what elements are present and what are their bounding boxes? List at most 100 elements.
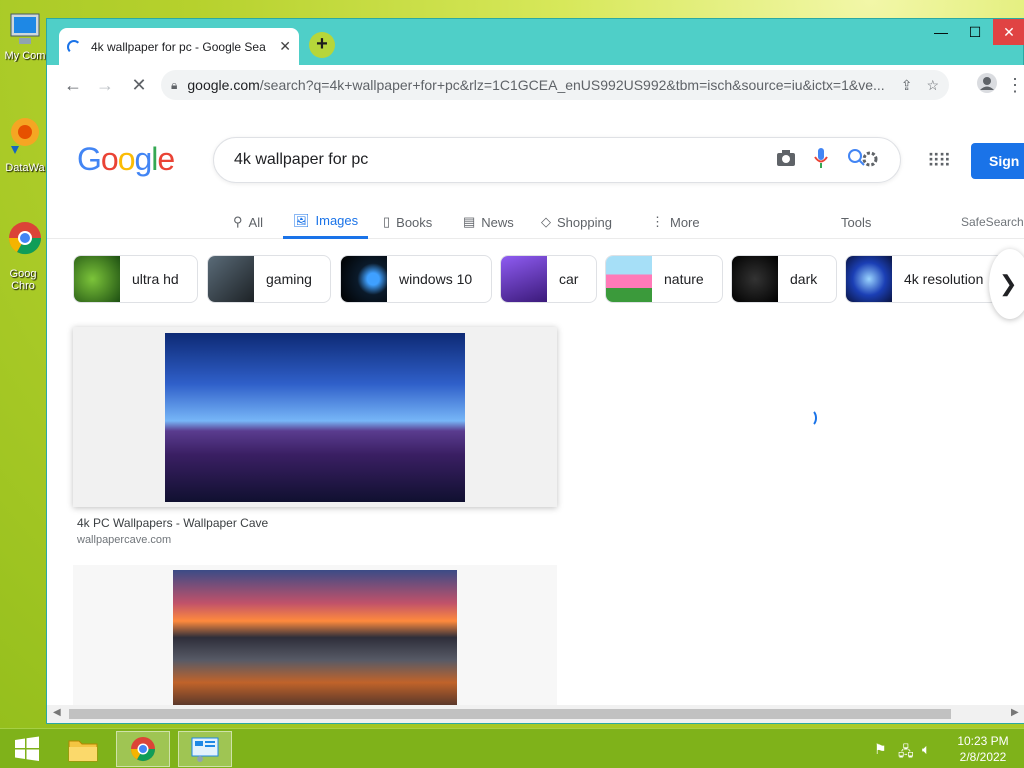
search-input[interactable]: 4k wallpaper for pc: [234, 151, 758, 169]
search-box[interactable]: 4k wallpaper for pc: [213, 137, 901, 183]
bookmark-star-icon[interactable]: ☆: [926, 77, 939, 94]
profile-avatar-icon[interactable]: [975, 73, 999, 97]
tab-label: Shopping: [557, 214, 612, 230]
image-icon: 🖼︎: [293, 212, 310, 228]
logo-letter: g: [134, 141, 152, 177]
chip-thumbnail: [732, 256, 778, 302]
scrollbar-thumb[interactable]: [69, 709, 951, 719]
tab-label: News: [481, 214, 514, 230]
browser-tab[interactable]: 4k wallpaper for pc - Google Sea ✕: [59, 28, 299, 65]
chip-car[interactable]: car: [500, 255, 597, 303]
stop-loading-icon[interactable]: ✕: [127, 73, 151, 97]
tab-strip: 4k wallpaper for pc - Google Sea ✕ + — ☐…: [47, 19, 1024, 65]
tab-more[interactable]: ⋮ More: [651, 205, 700, 239]
browser-window: 4k wallpaper for pc - Google Sea ✕ + — ☐…: [46, 18, 1024, 724]
close-window-button[interactable]: ✕: [993, 19, 1024, 45]
news-icon: ▤: [463, 214, 476, 229]
chip-thumbnail: [606, 256, 652, 302]
taskbar-control-panel[interactable]: [178, 731, 232, 767]
image-result-card[interactable]: [73, 565, 557, 705]
chip-thumbnail: [846, 256, 892, 302]
maximize-button[interactable]: ☐: [959, 19, 991, 45]
chip-label: windows 10: [399, 271, 473, 287]
chip-nature[interactable]: nature: [605, 255, 723, 303]
desktop-icon-my-computer[interactable]: My Com: [0, 10, 50, 62]
safesearch-button[interactable]: SafeSearch: [961, 205, 1024, 239]
tab-shopping[interactable]: ◇ Shopping: [541, 205, 612, 239]
scroll-left-icon[interactable]: ◀: [53, 707, 61, 718]
desktop-icon-label: Goog Chro: [9, 268, 37, 292]
browser-menu-icon[interactable]: ⋮: [1003, 73, 1024, 97]
network-icon[interactable]: 🖧︎: [898, 741, 914, 765]
image-result-card[interactable]: [73, 327, 557, 507]
browser-toolbar: ← → ✕ 🔒︎ google.com/search?q=4k+wallpape…: [47, 65, 1024, 105]
desktop-icon-datawa[interactable]: DataWa: [0, 112, 50, 174]
tab-books[interactable]: ▯ Books: [383, 205, 432, 239]
control-panel-icon: [191, 737, 219, 762]
forward-arrow-icon[interactable]: →: [93, 73, 117, 97]
taskbar-file-explorer[interactable]: [56, 731, 110, 767]
result-thumbnail-lake-sunset[interactable]: [173, 570, 457, 705]
chip-thumbnail: [208, 256, 254, 302]
result-source[interactable]: wallpapercave.com: [77, 534, 171, 546]
tab-images[interactable]: 🖼︎ Images: [283, 205, 369, 239]
url-text: google.com/search?q=4k+wallpaper+for+pc&…: [187, 77, 885, 93]
chrome-icon: [8, 222, 42, 255]
minimize-button[interactable]: —: [925, 19, 957, 45]
tab-news[interactable]: ▤ News: [463, 205, 514, 239]
google-logo[interactable]: Google: [77, 141, 175, 178]
chrome-icon: [131, 737, 155, 762]
desktop-icon-google-chrome[interactable]: Goog Chro: [0, 216, 50, 294]
system-clock[interactable]: 10:23 PM 2/8/2022: [948, 733, 1018, 765]
horizontal-scrollbar[interactable]: ◀ ▶: [47, 705, 1024, 723]
related-search-chips: ultra hd gaming windows 10 car nature da…: [73, 255, 1024, 303]
chip-label: dark: [790, 271, 818, 287]
loading-spinner-icon: [803, 409, 817, 427]
tab-label: All: [248, 214, 263, 230]
start-button[interactable]: [0, 731, 54, 767]
scroll-right-icon[interactable]: ▶: [1011, 707, 1019, 718]
back-arrow-icon[interactable]: ←: [61, 73, 85, 97]
more-icon: ⋮: [651, 214, 664, 229]
chip-ultra-hd[interactable]: ultra hd: [73, 255, 198, 303]
chip-thumbnail: [74, 256, 120, 302]
volume-muted-icon[interactable]: 🔈︎: [922, 741, 930, 758]
chip-label: ultra hd: [132, 271, 179, 287]
result-title[interactable]: 4k PC Wallpapers - Wallpaper Cave: [77, 516, 268, 530]
address-bar[interactable]: 🔒︎ google.com/search?q=4k+wallpaper+for+…: [161, 70, 949, 100]
action-center-flag-icon[interactable]: ⚑: [874, 741, 887, 758]
chip-gaming[interactable]: gaming: [207, 255, 331, 303]
desktop-icon-label: DataWa: [5, 162, 45, 174]
search-type-tabs: ⚲ All 🖼︎ Images ▯ Books ▤ News ◇ Shopping ⋮ Mo…: [47, 205, 1024, 239]
camera-search-icon[interactable]: [776, 149, 796, 172]
tab-label: More: [670, 214, 700, 230]
result-thumbnail-mountains[interactable]: [165, 333, 465, 502]
sign-in-button[interactable]: Sign i: [971, 143, 1024, 179]
clock-time: 10:23 PM: [957, 734, 1009, 748]
chip-dark[interactable]: dark: [731, 255, 837, 303]
tab-title: 4k wallpaper for pc - Google Sea: [91, 39, 266, 54]
chip-4k-resolution[interactable]: 4k resolution: [845, 255, 1005, 303]
chip-windows-10[interactable]: windows 10: [340, 255, 492, 303]
google-apps-grid-icon[interactable]: ⠿⠿: [927, 151, 951, 172]
chip-label: nature: [664, 271, 704, 287]
logo-letter: e: [157, 141, 175, 177]
loading-spinner-icon: [67, 39, 81, 54]
chip-thumbnail: [501, 256, 547, 302]
computer-icon: [10, 13, 40, 44]
close-tab-icon[interactable]: ✕: [279, 38, 291, 55]
tools-button[interactable]: Tools: [841, 205, 871, 239]
share-icon[interactable]: ⇪: [901, 77, 913, 94]
search-submit-icon[interactable]: [846, 147, 880, 174]
microphone-icon[interactable]: [814, 147, 828, 173]
tab-all[interactable]: ⚲ All: [233, 205, 263, 239]
search-icon: ⚲: [233, 214, 243, 229]
chip-label: car: [559, 271, 579, 287]
new-tab-button[interactable]: +: [309, 32, 335, 58]
logo-letter: o: [100, 141, 119, 177]
taskbar-chrome[interactable]: [116, 731, 170, 767]
lock-icon: 🔒︎: [171, 77, 178, 92]
taskbar: ⚑ 🖧︎ 🔈︎ 10:23 PM 2/8/2022: [0, 728, 1024, 768]
desktop-icon-label: My Com: [4, 50, 46, 62]
chevron-right-icon[interactable]: ❯: [989, 249, 1024, 319]
